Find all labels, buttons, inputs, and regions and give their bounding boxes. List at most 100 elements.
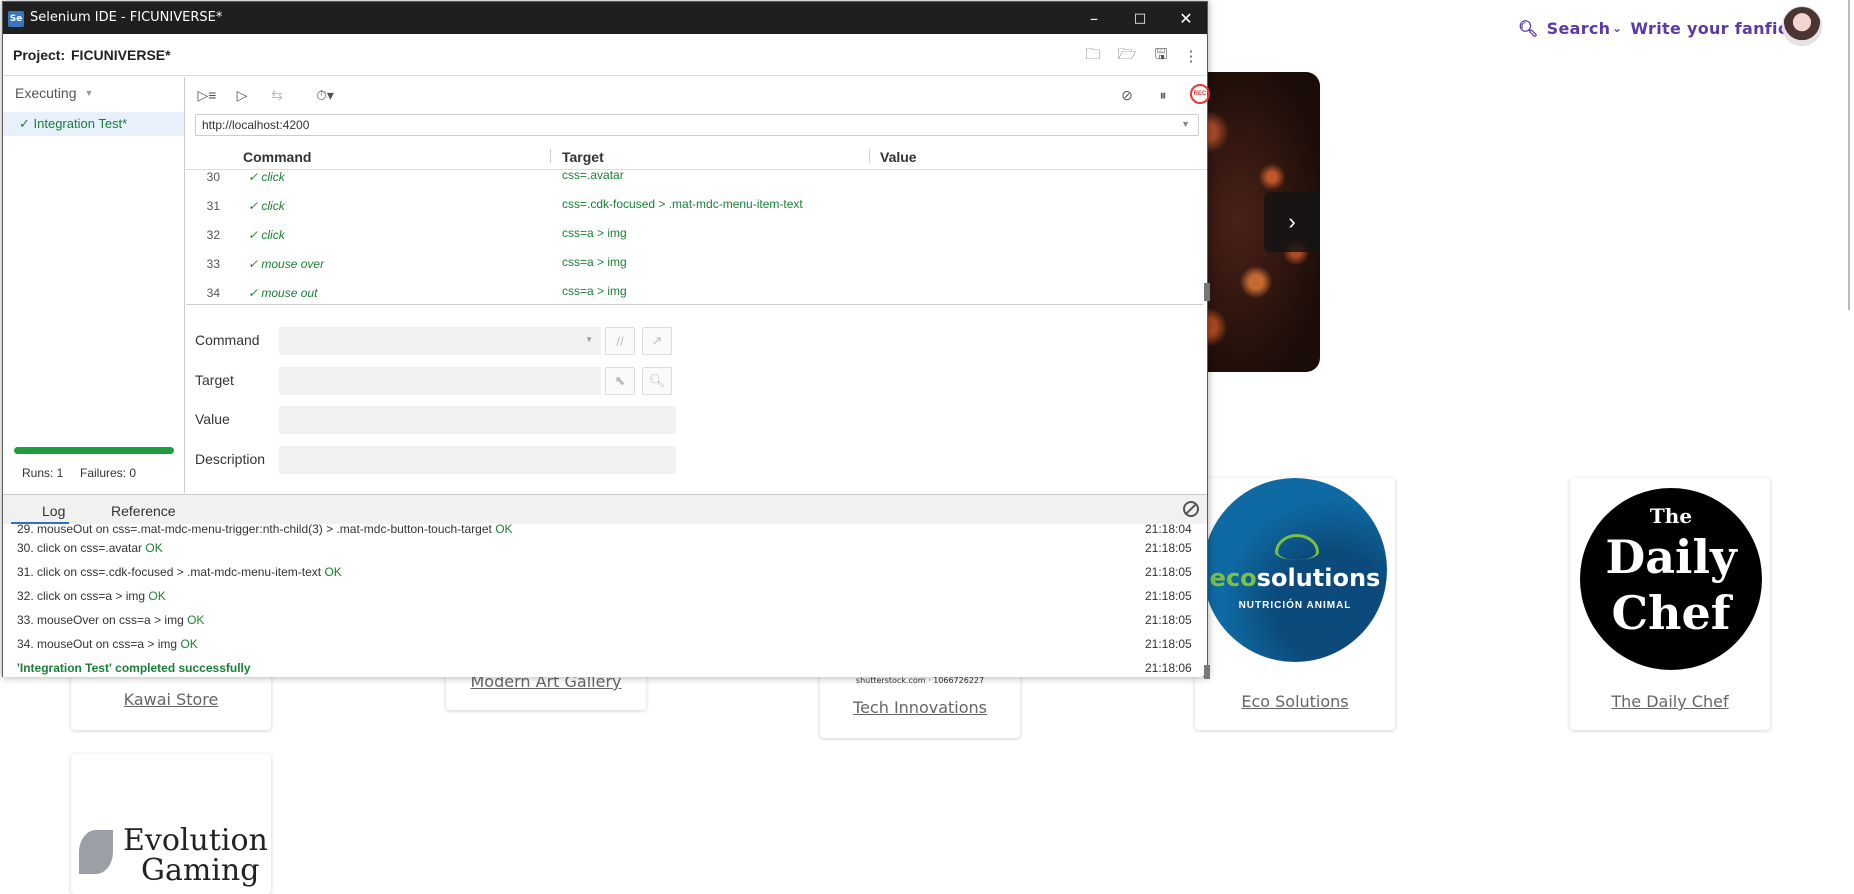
- chevron-down-icon: ⌄: [1612, 21, 1623, 35]
- selenium-logo-icon: Se: [8, 11, 24, 27]
- command-select[interactable]: ▼: [279, 327, 601, 355]
- logo-text: Gaming: [141, 853, 260, 888]
- brand-name[interactable]: Tech Innovations: [820, 698, 1020, 717]
- log-time: 21:18:05: [1145, 613, 1192, 627]
- open-reference-button[interactable]: ↗: [642, 327, 672, 355]
- log-text: 31. click on css=.cdk-focused > .mat-mdc…: [17, 565, 322, 579]
- tab-log[interactable]: Log: [42, 503, 65, 519]
- command-number: 32: [206, 228, 220, 242]
- logo-text: solutions: [1256, 564, 1381, 592]
- target-input[interactable]: [279, 367, 601, 395]
- step-icon: ⇆: [271, 86, 283, 103]
- failures-count: Failures: 0: [80, 466, 137, 480]
- pause-exceptions-button[interactable]: ⏸︎: [1152, 85, 1174, 105]
- logo-text: Evolution: [123, 823, 268, 858]
- run-all-tests-button[interactable]: ▷≡: [196, 85, 218, 105]
- log-status: OK: [145, 541, 163, 555]
- command-row[interactable]: 31 ✓ click css=.cdk-focused > .mat-mdc-m…: [186, 191, 1203, 220]
- mode-select[interactable]: Executing ▼: [15, 85, 93, 101]
- brand-name[interactable]: Eco Solutions: [1195, 692, 1395, 711]
- column-divider: [869, 149, 870, 163]
- logo-text: The: [1649, 504, 1693, 528]
- test-item-integration[interactable]: ✓ Integration Test*: [3, 112, 184, 136]
- command-row[interactable]: 34 ✓ mouse out css=a > img: [186, 278, 1203, 304]
- carousel-next-button[interactable]: ›: [1264, 192, 1320, 252]
- new-project-button[interactable]: 🗀︎: [1083, 46, 1103, 66]
- description-input[interactable]: [279, 446, 676, 474]
- caret-down-icon[interactable]: ▼: [1181, 119, 1190, 129]
- log-entry-completed: 'Integration Test' completed successfull…: [3, 656, 1203, 677]
- brand-name[interactable]: Kawai Store: [71, 690, 271, 709]
- record-button[interactable]: REC: [1190, 84, 1210, 104]
- log-time: 21:18:05: [1145, 637, 1192, 651]
- more-options-button[interactable]: ⋮: [1181, 46, 1201, 66]
- speed-button[interactable]: ⏱︎▾: [308, 85, 342, 105]
- search-icon: 🔍︎: [1518, 18, 1539, 38]
- log-text: 29. mouseOut on css=.mat-mdc-menu-trigge…: [17, 524, 492, 536]
- log-completed-text: 'Integration Test' completed successfull…: [17, 661, 251, 675]
- minimize-icon: –: [1090, 8, 1098, 28]
- chevron-right-icon: ›: [1288, 209, 1296, 234]
- tab-reference[interactable]: Reference: [111, 503, 176, 519]
- brand-card-daily-chef[interactable]: The Daily Chef The Daily Chef: [1570, 478, 1770, 730]
- column-target: Target: [562, 149, 604, 165]
- brand-name[interactable]: The Daily Chef: [1570, 692, 1770, 711]
- leaf-icon: [1275, 534, 1319, 560]
- log-status: OK: [187, 613, 205, 627]
- comment-icon: //: [616, 333, 624, 349]
- value-input[interactable]: [279, 406, 676, 434]
- window-titlebar[interactable]: Se Selenium IDE - FICUNIVERSE* – □ ✕: [3, 2, 1207, 34]
- caret-down-icon: ▼: [84, 88, 94, 98]
- project-name[interactable]: FICUNIVERSE*: [71, 47, 171, 63]
- select-target-button[interactable]: ⬉: [605, 367, 635, 395]
- base-url-field[interactable]: http://localhost:4200 ▼: [195, 114, 1199, 136]
- log-text: 32. click on css=a > img: [17, 589, 146, 603]
- target-label: Target: [195, 372, 234, 388]
- command-number: 31: [206, 199, 220, 213]
- project-label: Project:: [13, 47, 66, 63]
- user-avatar[interactable]: [1782, 6, 1822, 46]
- command-table: 30 ✓ click css=.avatar 31 ✓ click css=.c…: [186, 170, 1203, 305]
- command-row[interactable]: 32 ✓ click css=a > img: [186, 220, 1203, 249]
- disable-breakpoints-button[interactable]: ⊘: [1116, 85, 1138, 105]
- step-over-button[interactable]: ⇆: [266, 85, 288, 105]
- log-status: OK: [180, 637, 198, 651]
- open-project-button[interactable]: 🗁︎: [1117, 46, 1137, 66]
- nav-write-link[interactable]: ⌄ Write your fanfic: [1612, 16, 1788, 40]
- column-divider: [550, 149, 551, 163]
- window-title: Selenium IDE - FICUNIVERSE*: [30, 10, 223, 25]
- brand-card-eco[interactable]: ecosolutions NUTRICIÓN ANIMAL Eco Soluti…: [1195, 478, 1395, 730]
- search-icon: 🔍︎: [648, 373, 666, 388]
- value-label: Value: [195, 411, 230, 427]
- brand-card-evolution[interactable]: Evolution Gaming: [71, 754, 271, 894]
- toggle-comment-button[interactable]: //: [605, 327, 635, 355]
- log-scrollbar[interactable]: [1204, 665, 1210, 679]
- command-name: ✓ click: [248, 199, 285, 213]
- command-row[interactable]: 30 ✓ click css=.avatar: [186, 170, 1203, 191]
- clear-log-icon[interactable]: [1183, 501, 1199, 517]
- close-button[interactable]: ✕: [1163, 2, 1209, 34]
- nav-write-label: Write your fanfic: [1630, 18, 1788, 38]
- page-scrollbar[interactable]: [1848, 0, 1850, 310]
- maximize-icon: □: [1133, 10, 1147, 26]
- minimize-button[interactable]: –: [1071, 2, 1117, 34]
- run-current-test-button[interactable]: ▷: [231, 85, 253, 105]
- run-all-icon: ▷≡: [197, 86, 217, 103]
- save-project-button[interactable]: 🖫︎: [1151, 46, 1171, 66]
- log-time: 21:18:05: [1145, 589, 1192, 603]
- command-number: 34: [206, 286, 220, 300]
- command-table-scrollbar[interactable]: [1204, 283, 1210, 301]
- breakpoint-off-icon: ⊘: [1121, 86, 1133, 103]
- caret-down-icon: ▼: [585, 335, 593, 344]
- find-target-button[interactable]: 🔍︎: [642, 367, 672, 395]
- logo-subtitle: NUTRICIÓN ANIMAL: [1238, 600, 1352, 611]
- evolution-gaming-logo: Evolution Gaming: [79, 826, 269, 886]
- logo-text: eco: [1209, 564, 1257, 592]
- command-target: css=a > img: [562, 226, 627, 240]
- nav-search-link[interactable]: 🔍︎ Search: [1518, 16, 1610, 40]
- command-number: 30: [206, 170, 220, 184]
- command-row[interactable]: 33 ✓ mouse over css=a > img: [186, 249, 1203, 278]
- maximize-button[interactable]: □: [1117, 2, 1163, 34]
- mode-select-label: Executing: [15, 85, 77, 101]
- log-entry: 32. click on css=a > img OK 21:18:05: [3, 584, 1203, 608]
